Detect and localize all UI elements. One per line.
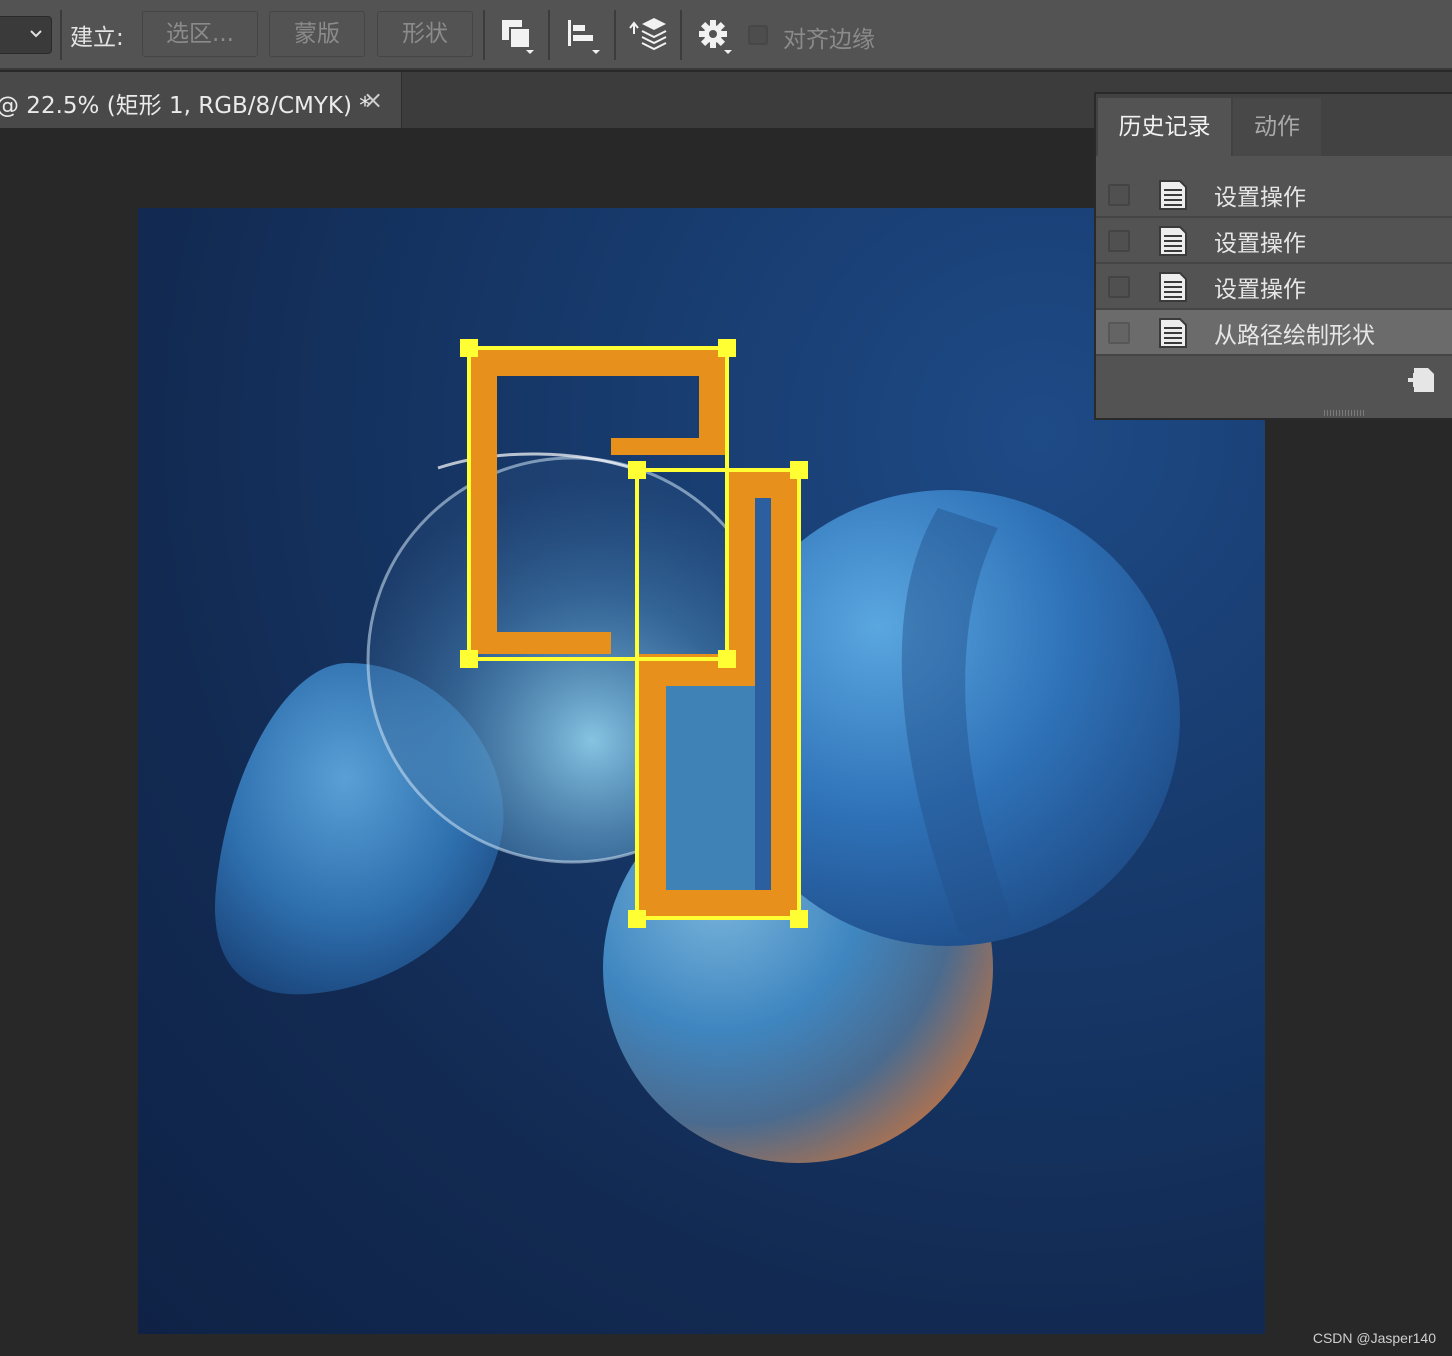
snap-edges-label: 对齐边缘 [783,27,875,53]
tab-actions[interactable]: 动作 [1233,98,1321,156]
history-source-checkbox[interactable] [1108,322,1130,344]
document-icon [1159,318,1187,348]
history-source-checkbox[interactable] [1108,276,1130,298]
path-operations-icon[interactable] [496,14,538,56]
history-source-checkbox[interactable] [1108,230,1130,252]
history-source-checkbox[interactable] [1108,184,1130,206]
history-item-label: 从路径绘制形状 [1214,323,1375,349]
separator [548,10,550,60]
history-item[interactable]: 设置操作 [1096,172,1452,218]
history-panel-footer [1096,356,1452,406]
history-item[interactable]: 设置操作 [1096,218,1452,264]
watermark: CSDN @Jasper140 [1312,1330,1436,1346]
history-item-label: 设置操作 [1214,277,1306,303]
make-selection-button[interactable]: 选区... [142,11,258,57]
separator [60,10,62,60]
panel-resize-grip[interactable] [1324,410,1364,416]
close-icon[interactable]: × [363,86,383,114]
history-item-selected[interactable]: 从路径绘制形状 [1096,310,1452,356]
history-item-label: 设置操作 [1214,185,1306,211]
options-bar: 建立: 选区... 蒙版 形状 对齐边缘 [0,0,1452,70]
separator [680,10,682,60]
new-document-from-state-icon[interactable] [1406,366,1436,394]
tool-mode-dropdown[interactable] [0,16,52,54]
document-icon [1159,180,1187,210]
separator [614,10,616,60]
document-title: @ 22.5% (矩形 1, RGB/8/CMYK) * [0,93,371,119]
document-tab[interactable]: @ 22.5% (矩形 1, RGB/8/CMYK) * × [0,72,402,128]
history-panel: 历史记录 动作 设置操作 设置操作 设置操作 从路径绘制形状 [1094,92,1452,420]
chevron-down-icon [30,30,42,38]
make-shape-button[interactable]: 形状 [377,11,473,57]
snap-edges-checkbox[interactable] [748,25,768,45]
document-icon [1159,226,1187,256]
path-alignment-icon[interactable] [562,14,604,56]
make-label: 建立: [70,25,124,51]
path-arrangement-icon[interactable] [626,14,668,56]
history-item-label: 设置操作 [1214,231,1306,257]
history-item[interactable]: 设置操作 [1096,264,1452,310]
document-icon [1159,272,1187,302]
tab-history[interactable]: 历史记录 [1098,98,1231,156]
history-panel-tabs: 历史记录 动作 [1096,94,1452,156]
gear-icon[interactable] [694,14,736,56]
make-mask-button[interactable]: 蒙版 [269,11,365,57]
separator [483,10,485,60]
